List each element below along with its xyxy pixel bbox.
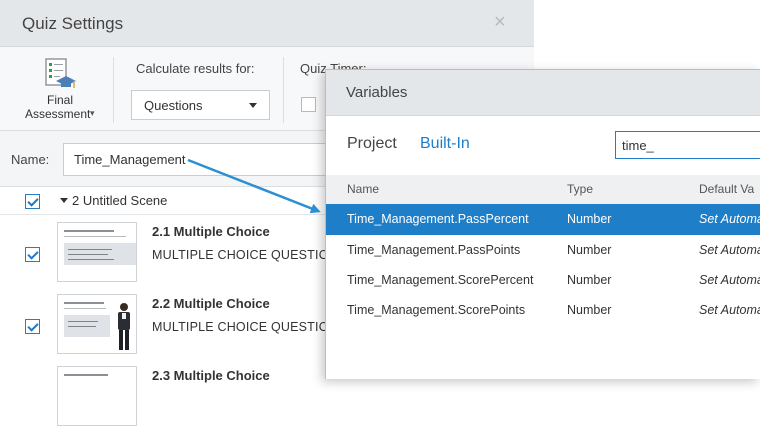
scene-label: 2 Untitled Scene [72,193,168,208]
quiz-name-input[interactable]: Time_Management [63,143,363,176]
tab-built-in[interactable]: Built-In [420,135,470,153]
quiz-settings-titlebar: Quiz Settings × [0,0,534,47]
variable-name: Time_Management.ScorePercent [347,273,534,287]
scene-checkbox[interactable] [25,194,40,209]
variables-table-header: Name Type Default Va [326,175,760,204]
table-row[interactable]: Time_Management.ScorePercent Number Set … [326,265,760,296]
column-header-type[interactable]: Type [567,182,593,196]
dropdown-caret-icon [249,103,257,108]
chevron-down-icon: ▾ [90,108,95,118]
column-header-default-value[interactable]: Default Va [699,182,754,196]
tab-project[interactable]: Project [347,135,397,153]
variable-default: Set Automa [699,212,760,226]
variable-type: Number [567,212,612,226]
variable-name: Time_Management.ScorePoints [347,303,526,317]
variable-search-input[interactable]: time_ [615,131,760,159]
slide-subtitle: MULTIPLE CHOICE QUESTION [152,248,338,262]
close-icon[interactable]: × [494,11,506,34]
final-assessment-button[interactable]: Final Assessment ▾ [20,51,110,127]
slide-title: 2.1 Multiple Choice [152,224,270,239]
slide-checkbox[interactable] [25,319,40,334]
variables-title: Variables [346,84,408,101]
calculate-results-value: Questions [144,98,203,113]
collapse-caret-icon[interactable] [60,198,68,203]
name-label: Name: [11,152,50,167]
toolbar-divider [113,57,114,123]
quiz-settings-title: Quiz Settings [22,14,124,33]
quiz-timer-checkbox[interactable] [301,97,316,112]
slide-thumbnail[interactable] [57,366,137,426]
slide-subtitle: MULTIPLE CHOICE QUESTION [152,320,338,334]
variable-default: Set Automa [699,303,760,317]
person-figure-icon [118,303,130,350]
variables-titlebar: Variables [326,70,760,116]
variable-name: Time_Management.PassPercent [347,212,529,226]
column-header-name[interactable]: Name [347,182,379,196]
variable-type: Number [567,243,612,257]
final-assessment-label-1: Final [47,93,74,107]
assessment-icon [45,58,76,88]
slide-thumbnail[interactable] [57,222,137,282]
variable-type: Number [567,303,612,317]
slide-thumbnail[interactable] [57,294,137,354]
calculate-results-label: Calculate results for: [136,61,255,76]
table-row[interactable]: Time_Management.ScorePoints Number Set A… [326,295,760,326]
calculate-results-select[interactable]: Questions [131,90,270,120]
slide-title: 2.2 Multiple Choice [152,296,270,311]
variable-type: Number [567,273,612,287]
table-row[interactable]: Time_Management.PassPercent Number Set A… [326,204,760,235]
table-row[interactable]: Time_Management.PassPoints Number Set Au… [326,235,760,266]
quiz-name-value: Time_Management [74,152,186,167]
final-assessment-label-2: Assessment [25,107,91,121]
toolbar-divider [283,57,284,123]
slide-checkbox[interactable] [25,247,40,262]
variable-name: Time_Management.PassPoints [347,243,521,257]
variable-default: Set Automa [699,273,760,287]
variable-search-value: time_ [622,138,654,153]
variable-default: Set Automa [699,243,760,257]
variables-window: Variables Project Built-In time_ Name Ty… [325,69,760,379]
slide-title: 2.3 Multiple Choice [152,368,270,383]
